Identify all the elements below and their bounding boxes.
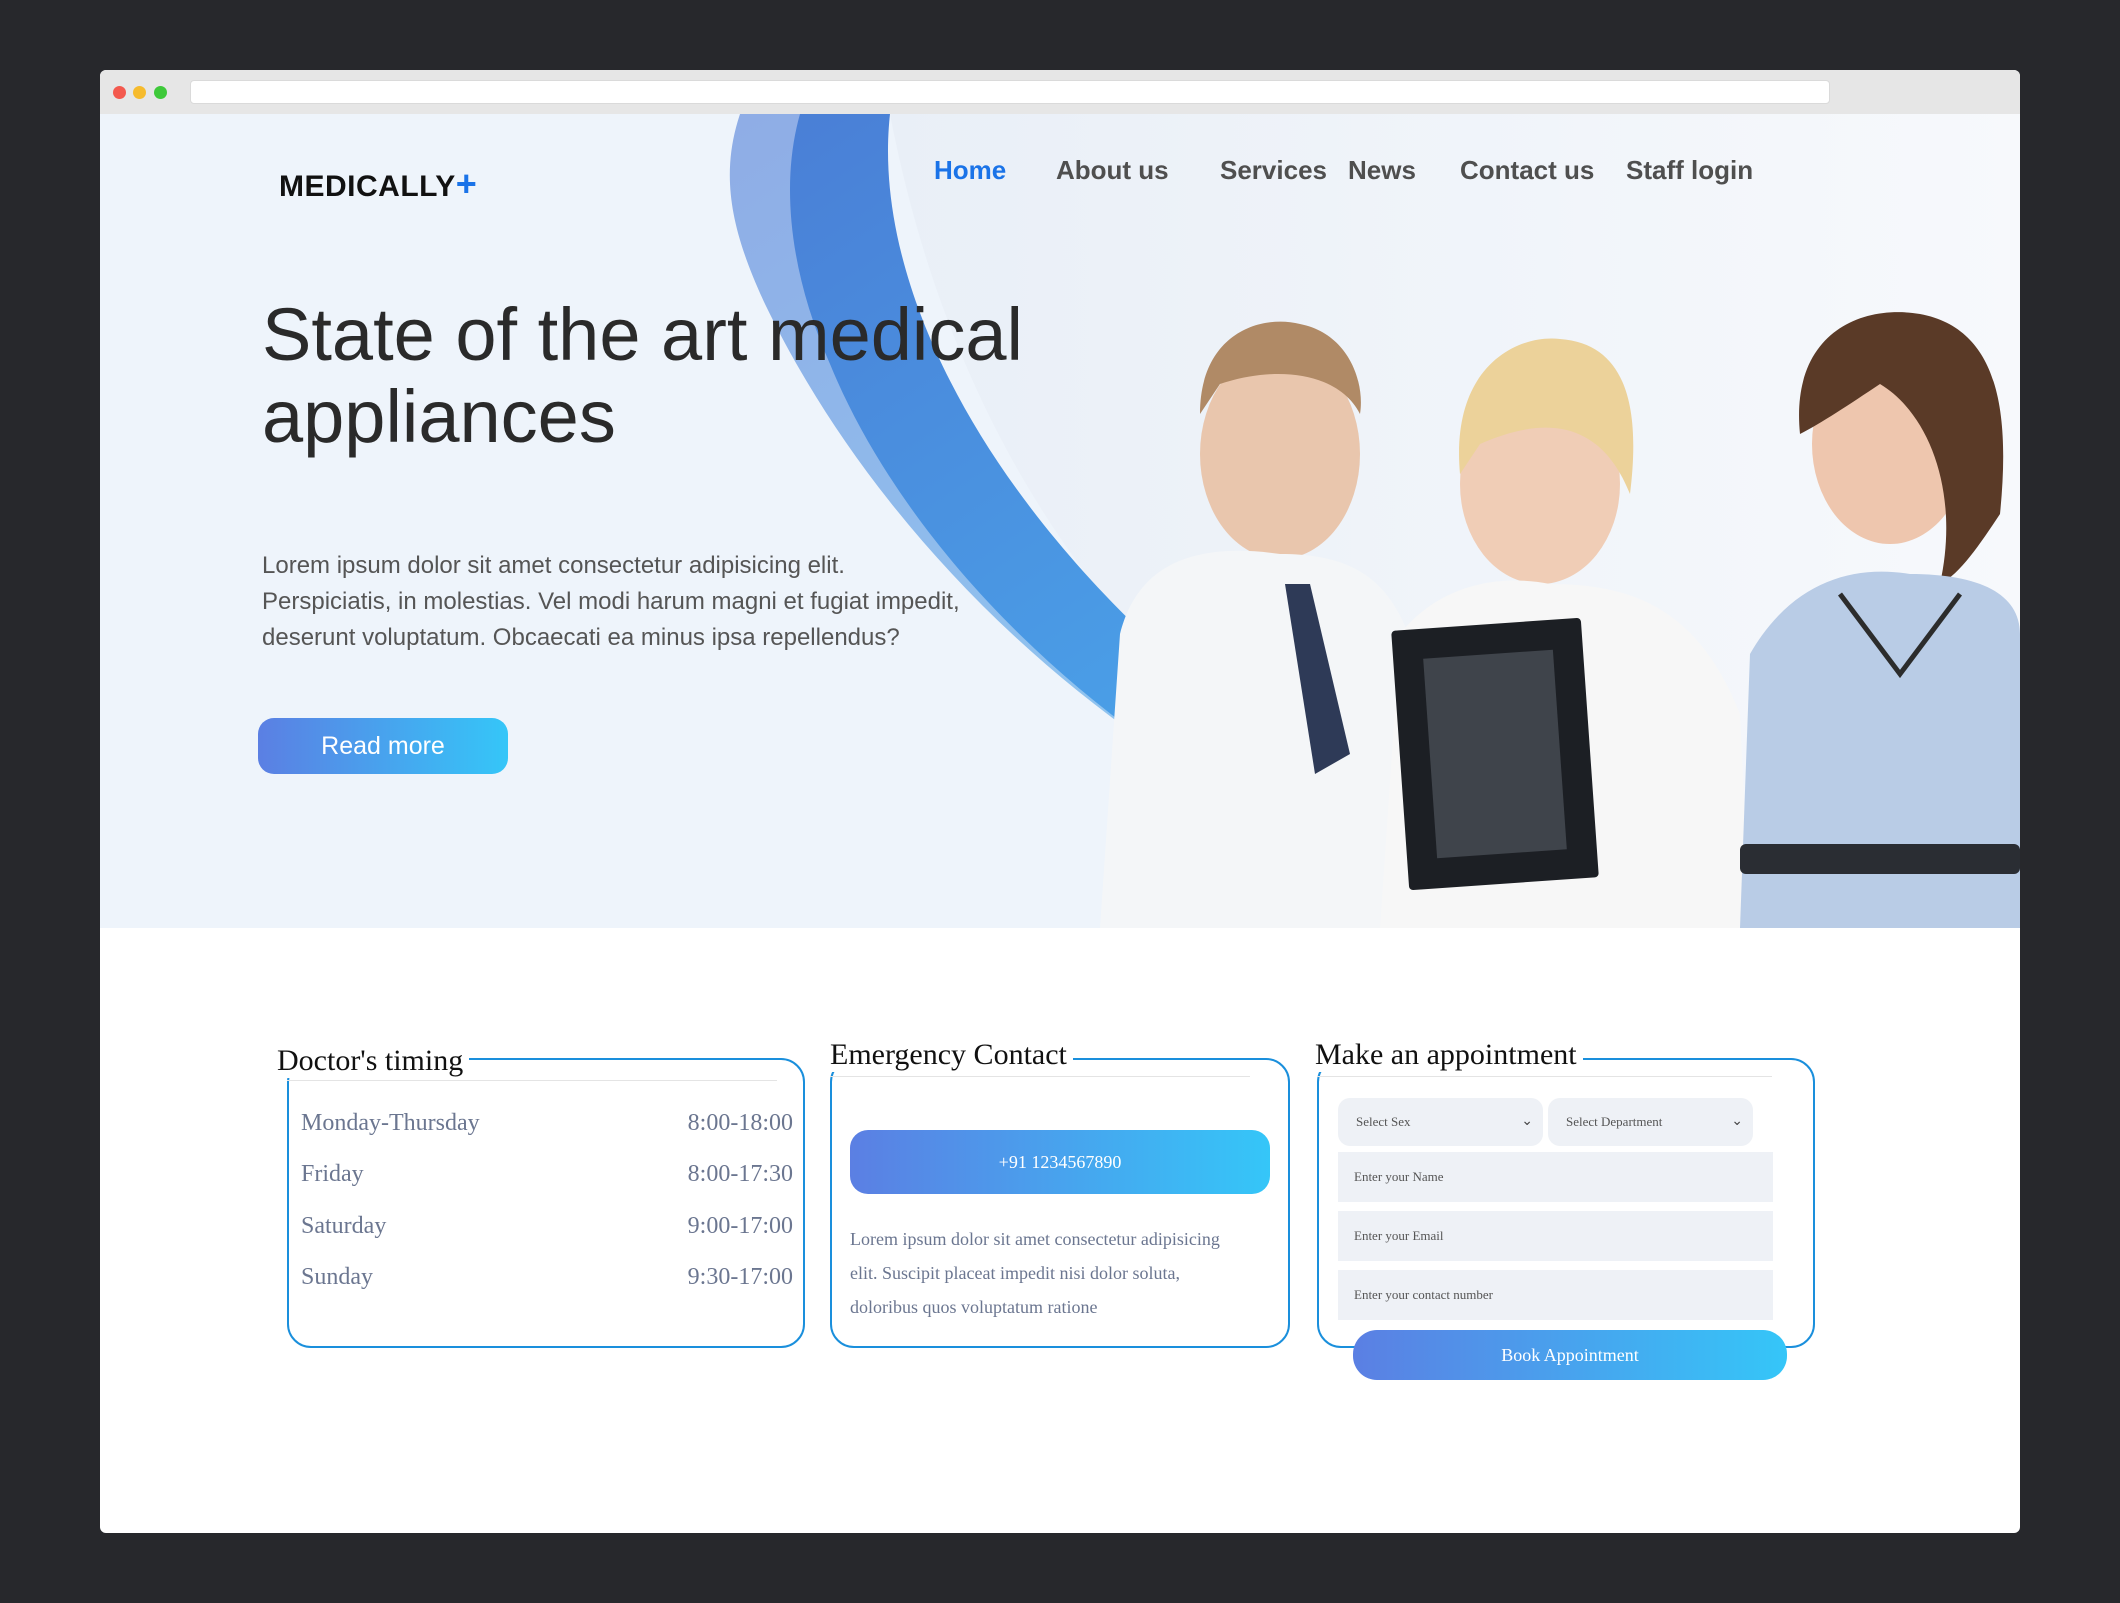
timing-day: Sunday xyxy=(301,1264,373,1290)
card-title: Emergency Contact xyxy=(830,1038,1073,1072)
timing-hours: 8:00-17:30 xyxy=(687,1161,793,1187)
sex-select-value: Select Sex xyxy=(1356,1114,1411,1129)
hero-doctors-image xyxy=(729,114,2020,928)
emergency-contact-card: Emergency Contact +91 1234567890 Lorem i… xyxy=(830,1028,1300,1348)
browser-toolbar xyxy=(100,70,2020,114)
email-input[interactable]: Enter your Email xyxy=(1338,1211,1773,1261)
doctors-timing-card: Doctor's timing Monday-Thursday 8:00-18:… xyxy=(275,1028,905,1348)
chevron-down-icon: ⌄ xyxy=(1731,1114,1743,1129)
emergency-phone-button[interactable]: +91 1234567890 xyxy=(850,1130,1270,1194)
chevron-down-icon: ⌄ xyxy=(1521,1114,1533,1129)
sex-select[interactable]: Select Sex ⌄ xyxy=(1338,1098,1543,1146)
nav-staff-login[interactable]: Staff login xyxy=(1626,155,1753,186)
brand-name: MEDICALLY xyxy=(279,170,456,203)
hero-section: MEDICALLY+ Home About us Services News C… xyxy=(100,114,2020,928)
department-select-value: Select Department xyxy=(1566,1114,1663,1129)
contact-number-input[interactable]: Enter your contact number xyxy=(1338,1270,1773,1320)
hero-text-line: deserunt voluptatum. Obcaecati ea minus … xyxy=(262,624,900,651)
address-bar[interactable] xyxy=(190,80,1830,104)
browser-window: MEDICALLY+ Home About us Services News C… xyxy=(100,70,2020,1533)
nav-contact-us[interactable]: Contact us xyxy=(1460,155,1594,186)
divider xyxy=(287,1080,777,1081)
read-more-button[interactable]: Read more xyxy=(258,718,508,774)
hero-description: Lorem ipsum dolor sit amet consectetur a… xyxy=(262,548,1022,656)
nav-services[interactable]: Services xyxy=(1220,155,1327,186)
emergency-description: Lorem ipsum dolor sit amet consectetur a… xyxy=(850,1222,1270,1324)
department-select[interactable]: Select Department ⌄ xyxy=(1548,1098,1753,1146)
card-title: Make an appointment xyxy=(1315,1038,1583,1072)
close-window-icon[interactable] xyxy=(113,86,126,99)
hero-text-line: Lorem ipsum dolor sit amet consectetur a… xyxy=(262,552,845,579)
timing-day: Friday xyxy=(301,1161,364,1187)
plus-icon: + xyxy=(455,163,478,204)
emergency-text-line: Lorem ipsum dolor sit amet consectetur a… xyxy=(850,1229,1220,1249)
divider xyxy=(1317,1076,1772,1077)
timing-hours: 9:30-17:00 xyxy=(687,1264,793,1290)
name-input[interactable]: Enter your Name xyxy=(1338,1152,1773,1202)
divider xyxy=(830,1076,1250,1077)
appointment-card: Make an appointment Select Sex ⌄ Select … xyxy=(1315,1028,1835,1380)
maximize-window-icon[interactable] xyxy=(154,86,167,99)
card-title: Doctor's timing xyxy=(277,1044,470,1078)
timing-day: Saturday xyxy=(301,1213,387,1239)
emergency-text-line: doloribus quos voluptatum ratione xyxy=(850,1297,1098,1317)
timing-day: Monday-Thursday xyxy=(301,1110,480,1136)
emergency-text-line: elit. Suscipit placeat impedit nisi dolo… xyxy=(850,1263,1180,1283)
hero-title: State of the art medical appliances xyxy=(262,294,1162,458)
nav-home[interactable]: Home xyxy=(934,155,1006,186)
hero-title-line: State of the art medical xyxy=(262,293,1023,376)
timing-hours: 8:00-18:00 xyxy=(687,1110,793,1136)
brand-logo[interactable]: MEDICALLY+ xyxy=(279,163,477,205)
nav-about-us[interactable]: About us xyxy=(1056,155,1169,186)
timing-hours: 9:00-17:00 xyxy=(687,1213,793,1239)
book-appointment-button[interactable]: Book Appointment xyxy=(1353,1330,1787,1380)
nav-news[interactable]: News xyxy=(1348,155,1416,186)
hero-text-line: Perspiciatis, in molestias. Vel modi har… xyxy=(262,588,960,615)
hero-title-line: appliances xyxy=(262,375,616,458)
minimize-window-icon[interactable] xyxy=(133,86,146,99)
timing-list: Monday-Thursday 8:00-18:00 Friday 8:00-1… xyxy=(301,1110,793,1310)
